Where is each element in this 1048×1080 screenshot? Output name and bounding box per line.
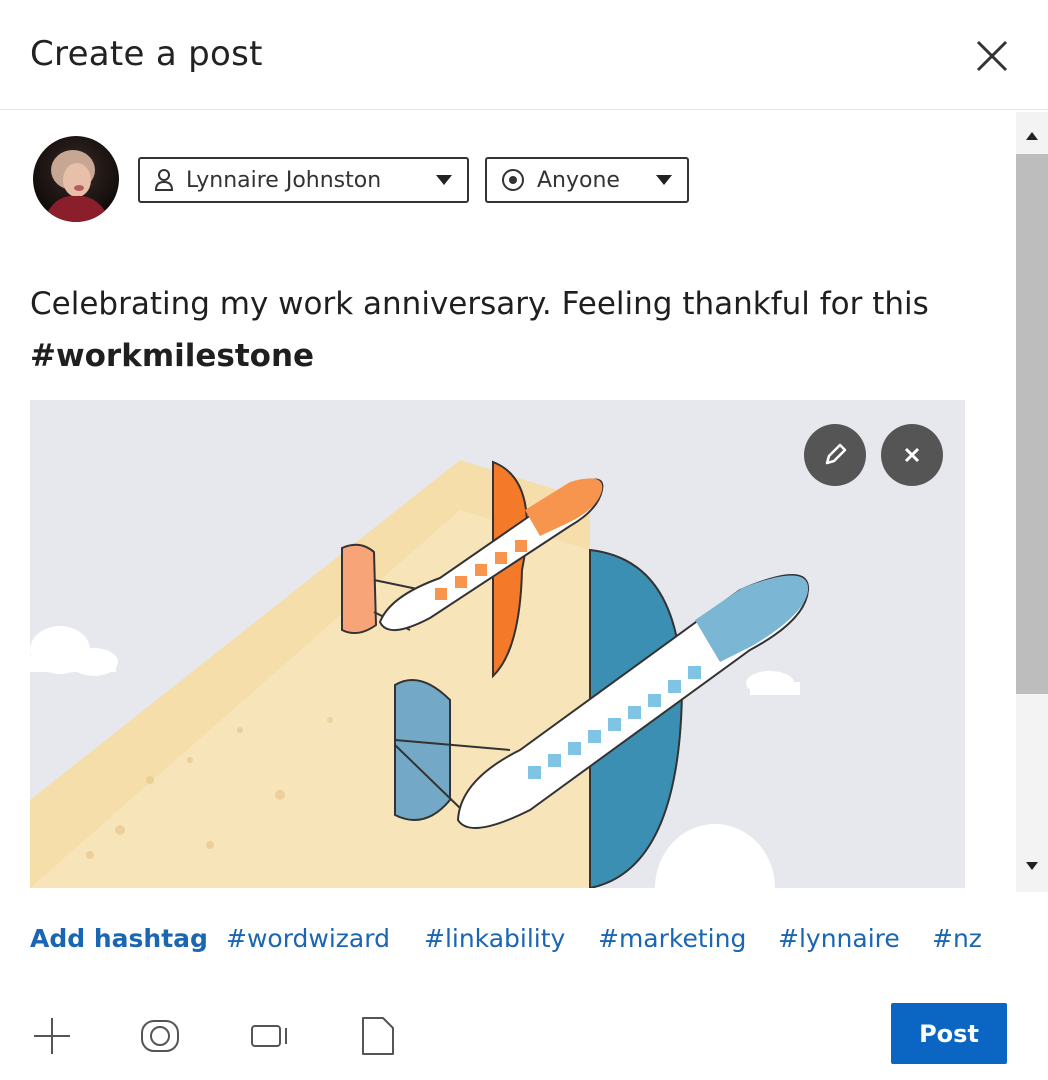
scrollbar[interactable] [1016,112,1048,892]
audience-label: Anyone [537,167,620,193]
audience-selector[interactable]: Anyone [485,157,689,203]
author-selector[interactable]: Lynnaire Johnston [138,157,469,203]
post-text: Celebrating my work anniversary. Feeling… [30,286,929,322]
globe-icon [501,168,525,192]
remove-media-button[interactable] [881,424,943,486]
scroll-up-arrow-icon[interactable] [1016,118,1048,154]
scroll-thumb[interactable] [1016,154,1048,694]
person-icon [154,168,174,192]
plus-icon[interactable] [30,1014,74,1058]
camera-icon[interactable] [138,1014,182,1058]
pencil-icon [825,443,847,465]
add-hashtag-button[interactable]: Add hashtag [30,924,208,953]
hashtag-suggestion[interactable]: #linkability [424,924,565,953]
post-hashtag: #workmilestone [30,338,315,374]
post-text-editor[interactable]: Celebrating my work anniversary. Feeling… [30,278,990,382]
caret-down-icon [655,174,673,186]
hashtag-suggestion[interactable]: #nz [932,924,982,953]
document-icon[interactable] [355,1014,399,1058]
caret-down-icon [435,174,453,186]
dialog-title: Create a post [30,34,263,74]
hashtag-suggestion[interactable]: #marketing [598,924,746,953]
close-icon [904,447,920,463]
hashtag-suggestion[interactable]: #wordwizard [226,924,390,953]
edit-media-button[interactable] [804,424,866,486]
scroll-down-arrow-icon[interactable] [1016,848,1048,884]
author-name: Lynnaire Johnston [186,167,382,193]
video-icon[interactable] [248,1014,292,1058]
avatar[interactable] [33,136,119,222]
close-icon[interactable] [968,34,1014,80]
post-button[interactable]: Post [891,1003,1007,1064]
dialog-header: Create a post [0,0,1048,110]
hashtag-suggestion[interactable]: #lynnaire [778,924,900,953]
hashtag-suggestions: Add hashtag #wordwizard #linkability #ma… [30,920,1020,964]
